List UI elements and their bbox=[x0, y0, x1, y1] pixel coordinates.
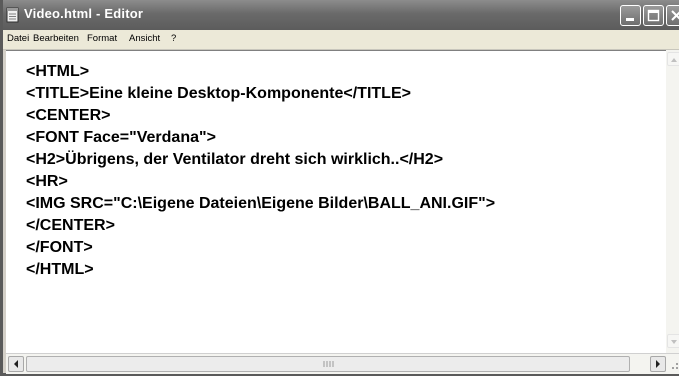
menu-datei[interactable]: Datei bbox=[7, 33, 29, 44]
scroll-up-button[interactable] bbox=[667, 52, 679, 66]
code-line-10: </HTML> bbox=[26, 261, 94, 278]
minimize-icon bbox=[626, 18, 634, 21]
maximize-icon bbox=[647, 9, 660, 22]
resize-grip[interactable] bbox=[668, 357, 679, 371]
scroll-right-button[interactable] bbox=[650, 356, 666, 372]
editor-window: Video.html - Editor Datei Bearbeiten For… bbox=[0, 0, 679, 376]
menu-bearbeiten[interactable]: Bearbeiten bbox=[33, 33, 79, 44]
scroll-left-button[interactable] bbox=[8, 356, 24, 372]
resize-grip-icon bbox=[672, 363, 678, 369]
text-area[interactable]: <HTML> <TITLE>Eine kleine Desktop-Kompon… bbox=[6, 50, 679, 354]
title-bar[interactable]: Video.html - Editor bbox=[3, 0, 679, 30]
horizontal-scroll-thumb[interactable] bbox=[26, 356, 630, 372]
close-button[interactable] bbox=[666, 5, 679, 26]
arrow-up-icon bbox=[671, 58, 677, 62]
grip-icon bbox=[323, 361, 334, 367]
close-icon bbox=[671, 10, 679, 21]
arrow-down-icon bbox=[671, 340, 677, 344]
code-line-9: </FONT> bbox=[26, 239, 93, 256]
arrow-left-icon bbox=[14, 360, 18, 368]
window-title: Video.html - Editor bbox=[24, 6, 144, 21]
code-line-7: <IMG SRC="C:\Eigene Dateien\Eigene Bilde… bbox=[26, 195, 496, 212]
scroll-down-button[interactable] bbox=[667, 334, 679, 348]
maximize-button[interactable] bbox=[643, 5, 664, 26]
menu-ansicht[interactable]: Ansicht bbox=[129, 33, 160, 44]
arrow-right-icon bbox=[656, 360, 660, 368]
code-line-3: <CENTER> bbox=[26, 107, 111, 124]
notepad-icon bbox=[6, 7, 20, 23]
vertical-scrollbar[interactable] bbox=[666, 50, 679, 353]
code-line-8: </CENTER> bbox=[26, 217, 115, 234]
menu-format[interactable]: Format bbox=[87, 33, 117, 44]
code-line-5: <H2>Übrigens, der Ventilator dreht sich … bbox=[26, 151, 444, 168]
code-line-2: <TITLE>Eine kleine Desktop-Komponente</T… bbox=[26, 85, 411, 102]
code-line-4: <FONT Face="Verdana"> bbox=[26, 129, 216, 146]
code-line-6: <HR> bbox=[26, 173, 68, 190]
menu-help[interactable]: ? bbox=[171, 33, 176, 44]
horizontal-scrollbar[interactable] bbox=[6, 353, 679, 374]
menu-bar: Datei Bearbeiten Format Ansicht ? bbox=[3, 30, 679, 50]
code-line-1: <HTML> bbox=[26, 63, 90, 80]
minimize-button[interactable] bbox=[620, 5, 641, 26]
